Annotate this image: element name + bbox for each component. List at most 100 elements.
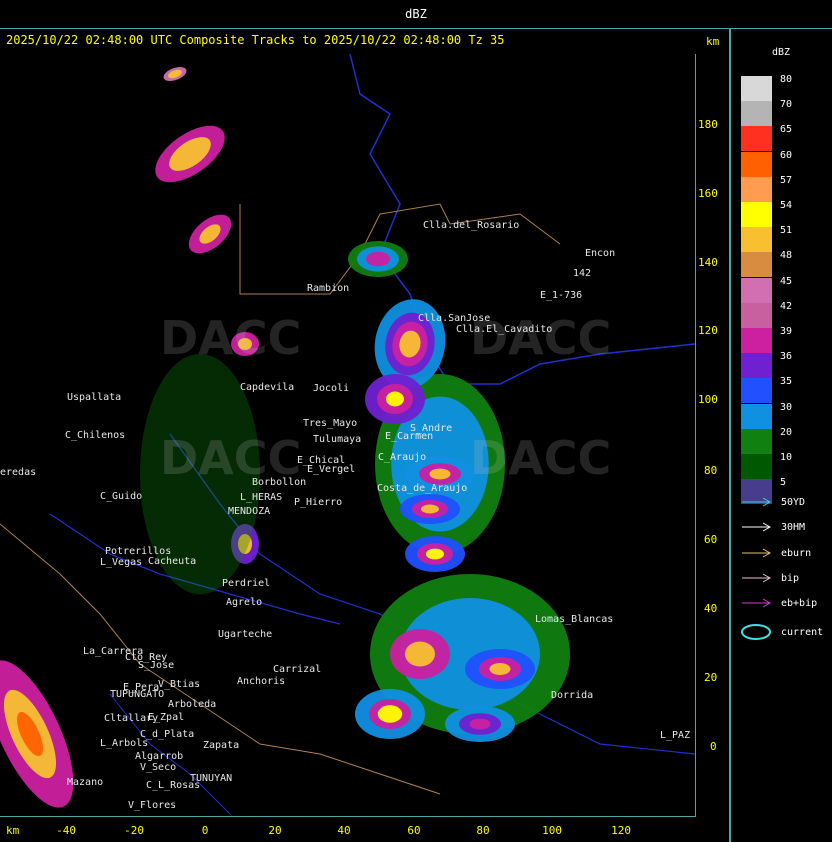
place-label: Clla.El_Cavadito <box>456 324 553 335</box>
window-title: dBZ <box>0 0 832 29</box>
legend-level-label: 36 <box>780 351 793 363</box>
place-label: Arboleda <box>168 699 217 710</box>
legend-level-label: 57 <box>780 174 793 186</box>
legend-level-label: 60 <box>780 149 793 161</box>
x-tick-label: 0 <box>201 824 209 837</box>
place-label: L_Vegas <box>100 557 143 568</box>
place-label: V_Flores <box>128 800 177 811</box>
place-label: E_Vergel <box>307 464 356 475</box>
legend-swatch <box>741 403 772 429</box>
legend-level-label: 45 <box>780 275 793 287</box>
x-unit-label: km <box>6 824 20 837</box>
legend-level-label: 80 <box>780 74 793 85</box>
legend-swatch <box>741 227 772 253</box>
place-label: Encon <box>585 248 616 259</box>
place-label: Anchoris <box>237 676 286 687</box>
place-label: Tulumaya <box>313 434 362 445</box>
place-label: L_PAZ <box>660 730 691 741</box>
legend-swatch <box>741 101 772 127</box>
place-label: C_Guido <box>100 491 143 502</box>
radar-echo <box>377 705 403 723</box>
radar-echo <box>405 641 435 667</box>
place-label: Dorrida <box>551 690 594 701</box>
radar-echo <box>386 391 404 407</box>
radar-echo <box>429 468 451 480</box>
legend-level-label: 70 <box>780 99 793 111</box>
track-legend-item: eburn <box>741 548 811 559</box>
x-tick-label: 20 <box>268 824 282 837</box>
y-tick-label: 60 <box>704 533 718 546</box>
place-label: E_Carmen <box>385 431 434 442</box>
radar-echo <box>469 718 491 730</box>
y-tick-label: 40 <box>704 602 718 615</box>
legend-swatch <box>741 428 772 454</box>
legend-level-label: 20 <box>780 426 793 438</box>
legend-level-label: 35 <box>780 376 793 388</box>
legend-level-label: 48 <box>780 250 793 262</box>
place-label: Carrizal <box>273 664 322 675</box>
place-label: Lomas_Blancas <box>535 614 614 625</box>
watermark-logo: DACC <box>470 311 611 365</box>
place-label: E_1-736 <box>540 290 583 301</box>
y-tick-label: 100 <box>698 393 718 406</box>
track-label: eburn <box>781 547 812 559</box>
track-label: current <box>781 626 824 638</box>
place-label: eredas <box>0 467 37 478</box>
place-label: Costa_de_Araujo <box>377 483 468 494</box>
x-tick-label: 100 <box>542 824 562 837</box>
x-tick-label: -40 <box>56 824 76 837</box>
place-label: 142 <box>573 268 592 279</box>
place-label: Algarrob <box>135 751 184 762</box>
track-legend-item: 50YD <box>741 497 805 508</box>
place-label: P_Hierro <box>294 497 343 508</box>
place-label: L_HERAS <box>240 492 283 503</box>
legend-swatch <box>741 302 772 328</box>
place-label: Mazano <box>67 777 104 788</box>
track-legend-item: eb+bip <box>741 598 817 609</box>
legend-swatch <box>741 378 772 404</box>
x-tick-label: 60 <box>407 824 421 837</box>
legend-level-label: 39 <box>780 326 793 337</box>
legend-divider <box>729 28 731 842</box>
y-tick-label: 160 <box>698 187 718 200</box>
place-label: Clla.del_Rosario <box>423 220 520 231</box>
track-legend-item: current <box>741 623 824 640</box>
place-label: C_d_Plata <box>140 729 195 740</box>
place-label: C_Araujo <box>378 452 427 463</box>
place-label: Tres_Mayo <box>303 418 358 429</box>
legend-swatch <box>741 353 772 379</box>
legend-swatch <box>741 202 772 227</box>
track-label: 30HM <box>781 522 806 534</box>
y-tick-label: 180 <box>698 118 718 131</box>
legend-level-label: 42 <box>780 300 793 312</box>
track-legend-item: 30HM <box>741 522 805 533</box>
place-label: C_L_Rosas <box>146 780 201 791</box>
place-label: Capdevila <box>240 382 295 393</box>
y-tick-label: 120 <box>698 324 718 337</box>
place-label: Perdriel <box>222 578 271 589</box>
legend-level-label: 54 <box>780 200 793 211</box>
place-label: Jocoli <box>313 383 350 394</box>
legend-swatch <box>741 454 772 479</box>
track-label: 50YD <box>781 497 806 508</box>
legend-swatch <box>741 277 772 303</box>
place-label: Uspallata <box>67 392 122 403</box>
legend-swatch <box>741 328 772 353</box>
track-label: eb+bip <box>781 598 818 610</box>
watermark-logo: DACC <box>470 431 611 485</box>
y-tick-label: 80 <box>704 464 718 477</box>
place-label: Rambion <box>307 283 350 294</box>
legend-swatch <box>741 176 772 202</box>
place-label: Cltallary <box>104 713 159 724</box>
place-label: Agrelo <box>226 597 263 608</box>
legend-level-label: 65 <box>780 124 793 136</box>
place-label: Ugarteche <box>218 629 273 640</box>
x-tick-label: -20 <box>124 824 144 837</box>
legend-level-label: 5 <box>780 477 787 489</box>
x-tick-label: 120 <box>611 824 631 837</box>
legend-swatch <box>741 126 772 152</box>
y-tick-label: 0 <box>710 740 717 753</box>
place-label: Cacheuta <box>148 556 197 567</box>
place-label: MENDOZA <box>228 506 271 517</box>
place-label: Cto_Rey <box>125 652 168 663</box>
